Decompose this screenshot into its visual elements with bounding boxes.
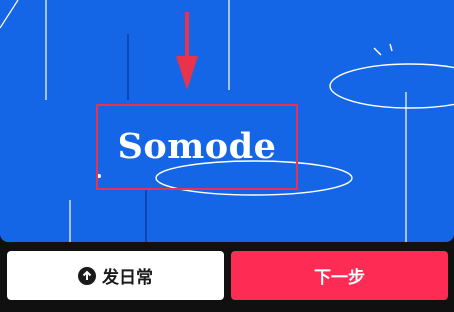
- post-daily-label: 发日常: [102, 268, 153, 288]
- arrow-down-icon: [176, 12, 198, 90]
- arrow-up-circle-icon: [78, 266, 96, 285]
- next-step-label: 下一步: [314, 268, 365, 288]
- editor-screen: Somode 发日常 下一步: [0, 0, 454, 312]
- video-preview[interactable]: Somode: [0, 0, 454, 242]
- next-step-button[interactable]: 下一步: [231, 251, 448, 300]
- post-daily-button[interactable]: 发日常: [7, 251, 224, 300]
- highlight-box: [96, 104, 298, 190]
